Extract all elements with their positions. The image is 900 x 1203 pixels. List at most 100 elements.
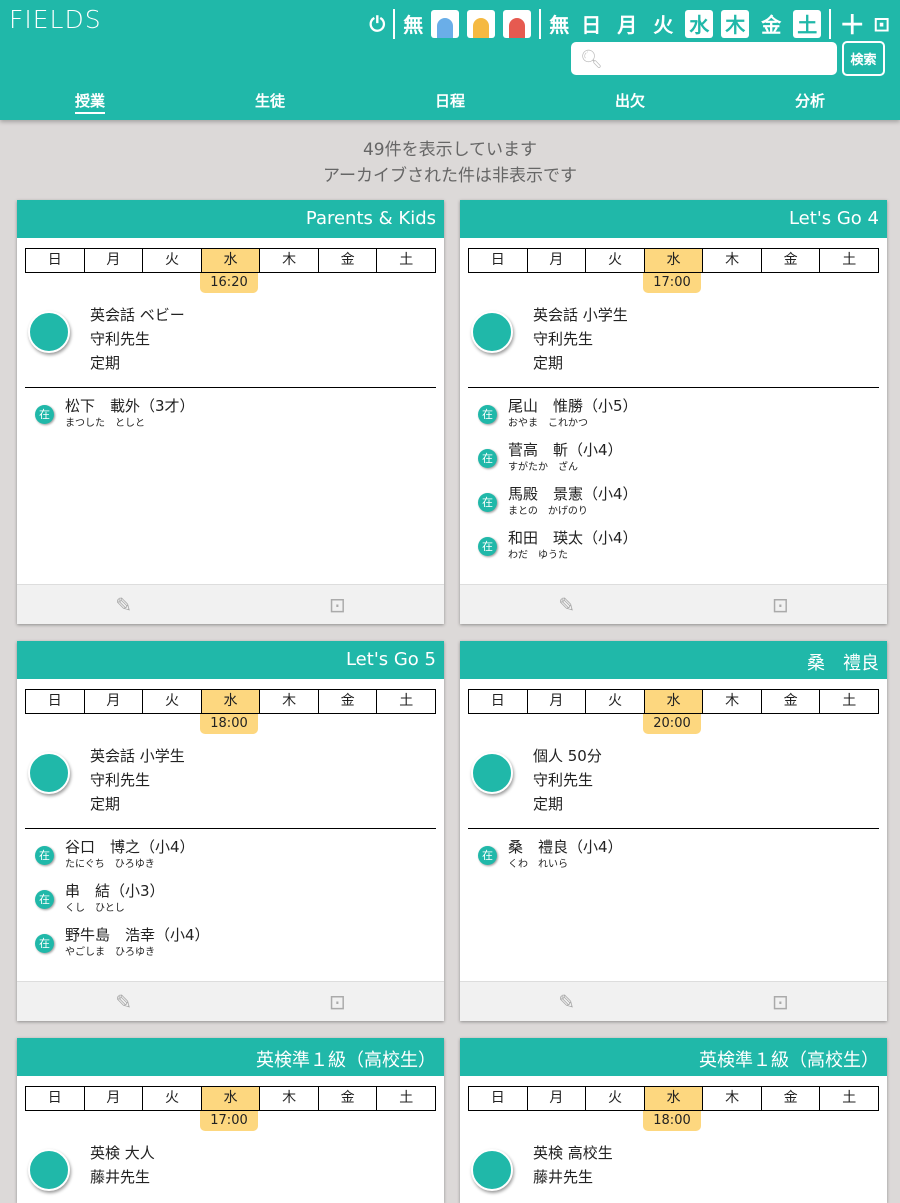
course-name: 英検 大人 <box>90 1144 155 1162</box>
class-type: 定期 <box>90 354 121 372</box>
teacher-name: 守利先生 <box>90 771 151 789</box>
student-item[interactable]: 在谷口 博之（小4） たにぐち ひろゆき <box>25 837 436 872</box>
status-badge: 在 <box>478 493 497 512</box>
student-name: 菅高 斬（小4） <box>508 441 623 459</box>
edit-icon[interactable]: ✎ <box>460 593 674 617</box>
edit-icon[interactable]: ✎ <box>460 990 674 1014</box>
power-icon[interactable]: ⏻ <box>369 12 385 36</box>
weekday-cell: 土 <box>819 690 878 713</box>
day-filter-mon[interactable]: 月 <box>613 10 641 38</box>
student-item[interactable]: 在尾山 惟勝（小5） おやま これかつ <box>468 396 879 431</box>
day-filter-none[interactable]: 無 <box>549 9 569 38</box>
student-name: 野牛島 浩幸（小4） <box>65 926 210 944</box>
student-item[interactable]: 在和田 瑛太（小4） わだ ゆうた <box>468 528 879 563</box>
weekday-row: 日 月火水木金土 <box>468 1086 879 1111</box>
weekday-cell: 水 <box>643 1087 703 1110</box>
student-name: 谷口 博之（小4） <box>65 838 195 856</box>
student-name: 馬殿 景憲（小4） <box>508 485 638 503</box>
card-title[interactable]: Let's Go 4 <box>460 200 887 238</box>
teacher-avatar-male-icon[interactable] <box>431 9 460 38</box>
student-item[interactable]: 在松下 載外（3才） まつした としと <box>25 396 436 431</box>
archive-icon[interactable]: ⊡ <box>674 990 888 1014</box>
weekday-cell: 月 <box>83 249 143 272</box>
weekday-cell: 日 <box>490 693 505 709</box>
tab-label: 分析 <box>794 92 825 110</box>
archive-icon[interactable]: ⊡ <box>231 990 445 1014</box>
archive-icon[interactable]: ⊡ <box>873 12 890 36</box>
class-card-grid: Parents & Kids 日月火水木金土 16:20 英会話 ベビー 守利先生… <box>0 189 900 1203</box>
student-kana: わだ ゆうた <box>508 550 568 561</box>
tab-attendance[interactable]: 出欠 <box>540 90 720 111</box>
day-filter-wed[interactable]: 水 <box>685 9 714 38</box>
weekday-cell: 火 <box>585 1087 644 1110</box>
status-badge: 在 <box>478 405 497 424</box>
tab-students[interactable]: 生徒 <box>180 90 360 111</box>
add-icon[interactable]: ＋ <box>839 5 865 42</box>
weekday-cell: 木 <box>702 249 761 272</box>
edit-icon[interactable]: ✎ <box>17 990 231 1014</box>
teacher-filter-none[interactable]: 無 <box>403 9 423 38</box>
weekday-cell: 水 <box>200 249 260 272</box>
card-title[interactable]: Let's Go 5 <box>17 641 444 679</box>
card-title[interactable]: 英検準１級（高校生） <box>17 1038 444 1076</box>
archive-icon[interactable]: ⊡ <box>231 593 445 617</box>
teacher-info: 英会話 小学生 守利先生 定期 <box>25 744 436 816</box>
day-filter-thu[interactable]: 木 <box>721 9 750 38</box>
course-name: 英会話 ベビー <box>90 306 185 324</box>
class-time: 17:00 <box>200 1111 258 1131</box>
weekday-cell: 火 <box>142 249 201 272</box>
day-filter-sun[interactable]: 日 <box>577 10 605 38</box>
search-icon: 🔍︎ <box>580 49 603 70</box>
student-item[interactable]: 在菅高 斬（小4） すがたか ざん <box>468 440 879 475</box>
card-body: 日月火水木金土 18:00 英会話 小学生 守利先生 定期 在谷口 博之（小4） たに… <box>17 679 444 981</box>
tab-schedule[interactable]: 日程 <box>360 90 540 111</box>
student-item[interactable]: 在串 結（小3） くし ひとし <box>25 881 436 916</box>
student-kana: まとの かげのり <box>508 506 588 517</box>
card-body: 日 月火水木金土 16:20 英会話 ベビー 守利先生 定期 在松下 載外（3才） まつ… <box>17 238 444 584</box>
student-name: 串 結（小3） <box>65 882 165 900</box>
result-info: 49件を表示しています アーカイブされた件は非表示です <box>0 137 900 189</box>
weekday-cell: 土 <box>819 249 878 272</box>
teacher-info: 英会話 ベビー 守利先生 定期 <box>25 303 436 375</box>
toolbar: ⏻ 無 無 日 月 火 水 木 金 土 ＋ ⊡ <box>369 5 890 42</box>
day-filter-fri[interactable]: 金 <box>757 10 785 38</box>
class-time: 18:00 <box>200 714 258 734</box>
weekday-cell: 火 <box>585 249 644 272</box>
card-title[interactable]: 英検準１級（高校生） <box>460 1038 887 1076</box>
student-item[interactable]: 在馬殿 景憲（小4） まとの かげのり <box>468 484 879 519</box>
teacher-info: 英検 大人 藤井先生 <box>25 1141 436 1191</box>
teacher-avatar-female-icon[interactable] <box>467 9 496 38</box>
status-badge: 在 <box>35 405 54 424</box>
divider <box>539 8 542 39</box>
edit-icon[interactable]: ✎ <box>17 593 231 617</box>
search-input[interactable] <box>571 42 837 75</box>
weekday-cell: 日 <box>490 1090 505 1106</box>
archive-icon[interactable]: ⊡ <box>674 593 888 617</box>
teacher-avatar-elder-icon[interactable] <box>503 9 532 38</box>
tab-label: 日程 <box>434 92 465 110</box>
weekday-cell: 月 <box>526 1087 586 1110</box>
app-header: FIELDS ⏻ 無 無 日 月 火 水 木 金 土 ＋ ⊡ 🔍︎ 検索 授業 … <box>0 0 900 120</box>
student-kana: おやま これかつ <box>508 418 588 429</box>
card-title[interactable]: 桑 禮良 <box>460 641 887 679</box>
search-button[interactable]: 検索 <box>842 41 885 76</box>
weekday-cell: 土 <box>376 1087 435 1110</box>
weekday-row: 日 月火水木金土 <box>25 689 436 714</box>
tab-analysis[interactable]: 分析 <box>720 90 900 111</box>
status-badge: 在 <box>478 449 497 468</box>
course-name: 英会話 小学生 <box>533 306 628 324</box>
day-filter-tue[interactable]: 火 <box>649 10 677 38</box>
weekday-cell: 月 <box>526 690 586 713</box>
student-item[interactable]: 在野牛島 浩幸（小4） やごしま ひろゆき <box>25 925 436 960</box>
class-card: 英検準１級（高校生） 日 月火水木金土 17:00 英検 大人 藤井先生 <box>17 1038 444 1203</box>
tab-classes[interactable]: 授業 <box>0 90 180 114</box>
weekday-cell: 木 <box>259 1087 318 1110</box>
student-item[interactable]: 在桑 禮良（小4） くわ れいら <box>468 837 879 872</box>
tab-label: 生徒 <box>254 92 285 110</box>
teacher-avatar-male-icon <box>471 752 513 794</box>
teacher-avatar-male-icon <box>28 752 70 794</box>
status-badge: 在 <box>35 890 54 909</box>
student-name: 和田 瑛太（小4） <box>508 529 638 547</box>
day-filter-sat[interactable]: 土 <box>793 9 822 38</box>
card-title[interactable]: Parents & Kids <box>17 200 444 238</box>
